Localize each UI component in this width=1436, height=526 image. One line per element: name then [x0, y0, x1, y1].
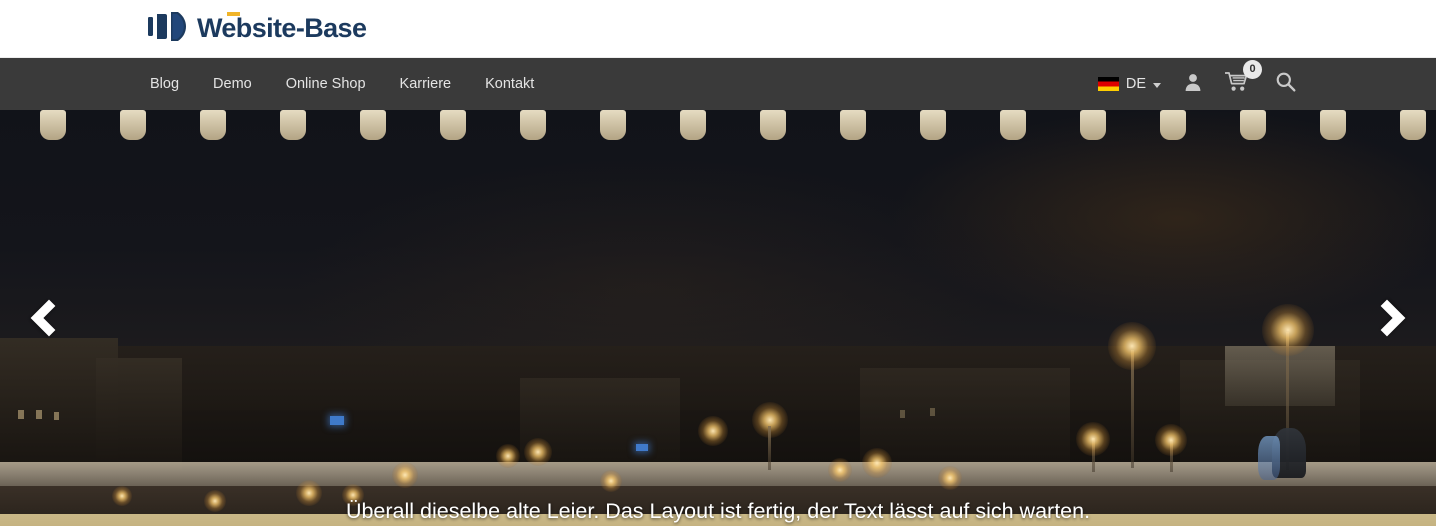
window-light	[36, 410, 42, 419]
window-light	[54, 412, 59, 420]
bridge-corbel	[1400, 110, 1426, 140]
language-code: DE	[1125, 75, 1146, 92]
cart-button[interactable]: 0	[1224, 60, 1262, 97]
nav-link-blog[interactable]: Blog	[148, 71, 181, 98]
bridge-corbel	[600, 110, 626, 140]
language-switcher[interactable]: DE	[1097, 75, 1161, 92]
logo-wordmark: Website-Base	[197, 12, 367, 43]
bridge-corbel	[1160, 110, 1186, 140]
bridge-corbel	[120, 110, 146, 140]
bridge-corbel	[1240, 110, 1266, 140]
nav-utility-group: DE 0	[1097, 60, 1296, 97]
bridge-corbel	[360, 110, 386, 140]
bridge-corbel	[40, 110, 66, 140]
bridge-corbel	[680, 110, 706, 140]
bridge-corbel	[760, 110, 786, 140]
blue-neon-light	[636, 444, 648, 451]
building	[96, 358, 182, 470]
lamp-post	[768, 426, 771, 470]
nav-links: Blog Demo Online Shop Karriere Kontakt	[148, 71, 536, 98]
bridge-corbel	[1080, 110, 1106, 140]
user-icon	[1183, 72, 1203, 97]
street-lamp	[1108, 322, 1156, 370]
german-flag-icon	[1097, 77, 1119, 91]
street-lamp	[392, 462, 418, 488]
street-lamp	[496, 444, 520, 468]
macron-accent	[227, 12, 240, 16]
street-lamp	[1155, 424, 1187, 456]
nav-link-online-shop[interactable]: Online Shop	[284, 71, 368, 98]
street-lamp	[698, 416, 728, 446]
street-lamp	[1076, 422, 1110, 456]
bridge-corbel	[200, 110, 226, 140]
bridge-corbel	[520, 110, 546, 140]
book-pages-icon	[148, 11, 188, 47]
bridge-corbel	[920, 110, 946, 140]
nav-link-kontakt[interactable]: Kontakt	[483, 71, 536, 98]
hero-caption: Überall dieselbe alte Leier. Das Layout …	[0, 495, 1436, 526]
header-logo-bar: Website-Base	[0, 0, 1436, 58]
street-lamp	[1262, 304, 1314, 356]
logo-wordmark-text: Website-Base	[197, 13, 367, 43]
nav-link-demo[interactable]: Demo	[211, 71, 254, 98]
hero-background-image	[0, 110, 1436, 526]
statue-drapery	[1258, 436, 1280, 480]
hero-slider: Überall dieselbe alte Leier. Das Layout …	[0, 110, 1436, 526]
window-light	[900, 410, 905, 418]
chevron-left-icon	[30, 299, 68, 337]
chevron-right-icon	[1368, 299, 1406, 337]
window-light	[18, 410, 24, 419]
bridge-corbel	[1000, 110, 1026, 140]
slider-prev-button[interactable]	[20, 286, 78, 350]
blue-neon-light	[330, 416, 344, 425]
slider-next-button[interactable]	[1358, 286, 1416, 350]
site-logo[interactable]: Website-Base	[148, 11, 367, 47]
street-lamp	[828, 458, 852, 482]
account-button[interactable]	[1183, 72, 1203, 97]
street-lamp	[938, 466, 962, 490]
street-lamp	[862, 448, 892, 478]
bridge-corbel	[1320, 110, 1346, 140]
street-lamp	[524, 438, 552, 466]
nav-link-karriere[interactable]: Karriere	[398, 71, 454, 98]
cart-count-badge: 0	[1243, 60, 1262, 79]
street-lamp	[600, 470, 622, 492]
hero-caption-line-1: Überall dieselbe alte Leier. Das Layout …	[345, 499, 1091, 523]
main-navigation: Blog Demo Online Shop Karriere Kontakt D…	[0, 58, 1436, 110]
bridge-corbel	[840, 110, 866, 140]
window-light	[930, 408, 935, 416]
bridge-corbel	[280, 110, 306, 140]
search-icon	[1275, 71, 1296, 97]
bridge-corbel	[440, 110, 466, 140]
chevron-down-icon	[1153, 82, 1161, 88]
building	[860, 368, 1070, 470]
search-button[interactable]	[1275, 71, 1296, 97]
